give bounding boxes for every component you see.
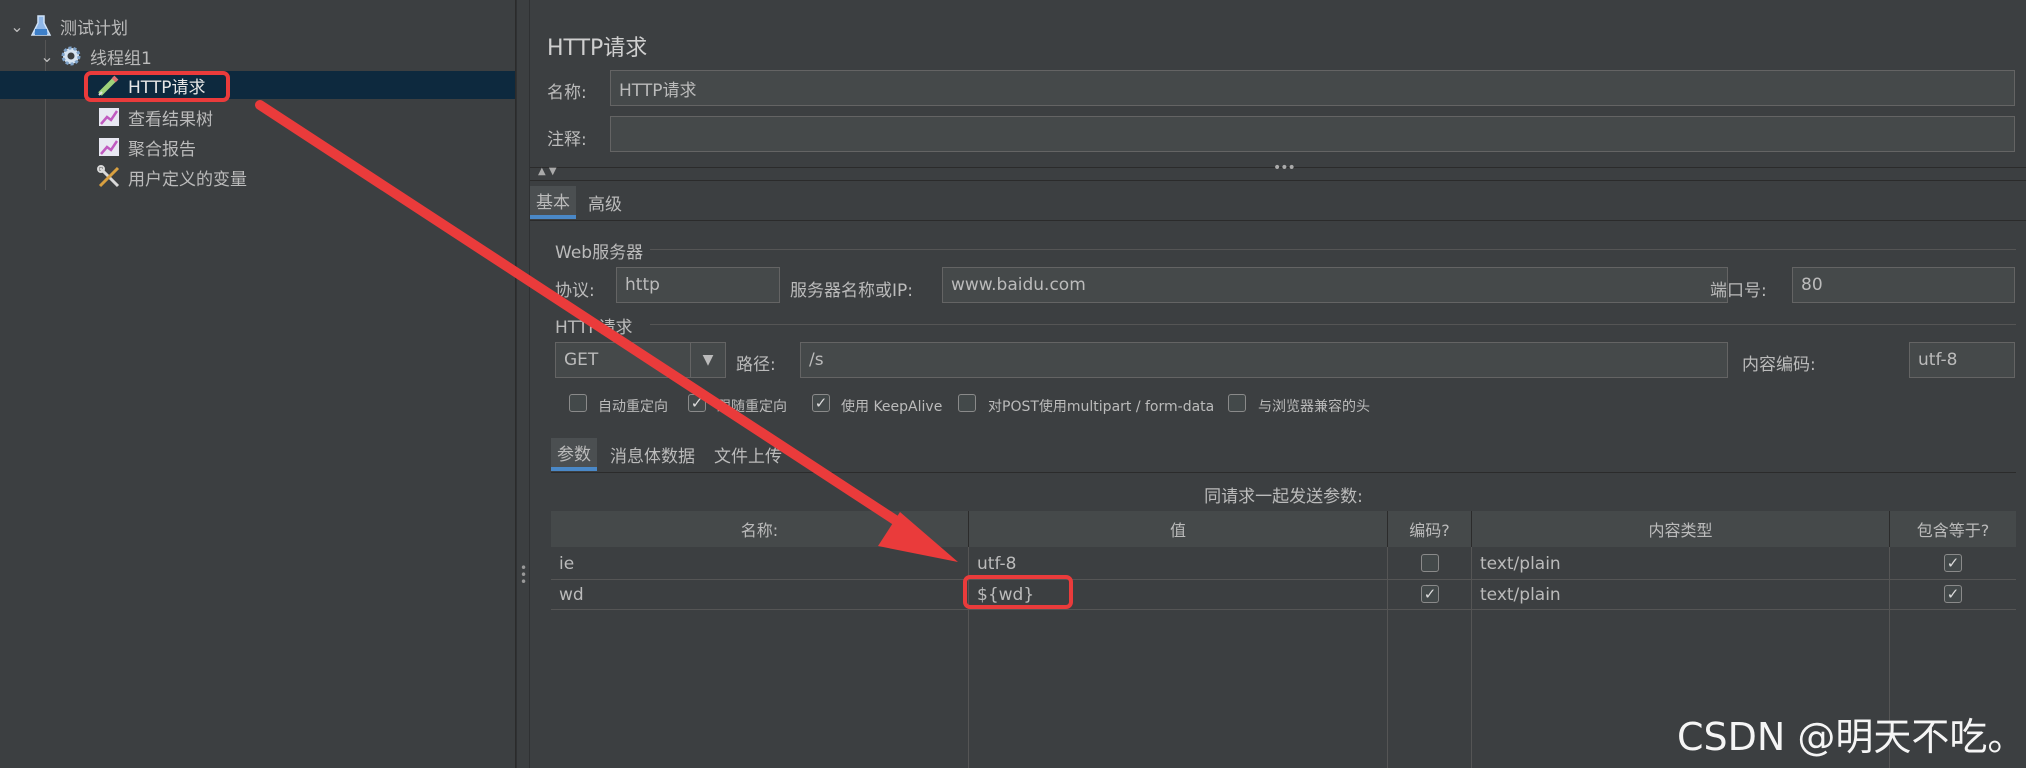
- annotation-arrow-icon: [255, 100, 958, 562]
